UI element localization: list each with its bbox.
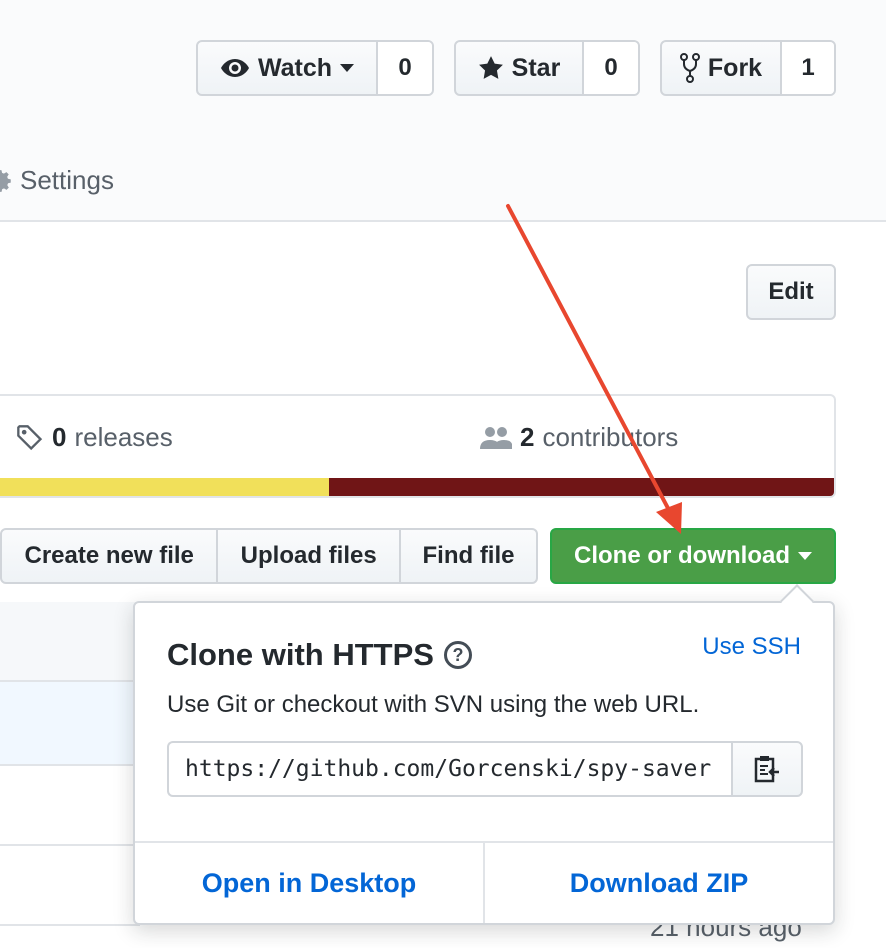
star-label: Star — [511, 53, 561, 82]
language-segment — [0, 478, 329, 496]
file-list — [0, 602, 140, 926]
copy-url-button[interactable] — [731, 741, 803, 797]
list-item — [0, 682, 140, 766]
download-zip-button[interactable]: Download ZIP — [485, 843, 833, 923]
language-segment — [328, 478, 834, 496]
list-item — [0, 846, 140, 926]
clone-url-input[interactable] — [167, 741, 731, 797]
watch-button-group: Watch 0 — [196, 40, 434, 96]
fork-button[interactable]: Fork — [662, 42, 780, 94]
language-bar[interactable] — [0, 478, 834, 496]
contributors-link[interactable]: 2 contributors — [480, 422, 678, 453]
chevron-down-icon — [798, 552, 812, 560]
contributors-label: contributors — [542, 422, 679, 452]
clone-button[interactable]: Clone or download — [550, 528, 836, 584]
clone-url-group — [167, 741, 803, 797]
upload-files-button[interactable]: Upload files — [218, 530, 402, 582]
releases-link[interactable]: 0 releases — [16, 422, 173, 453]
list-item — [0, 602, 140, 682]
fork-button-group: Fork 1 — [660, 40, 836, 96]
repo-summary: 0 releases 2 contributors — [0, 394, 836, 498]
watch-count[interactable]: 0 — [376, 42, 432, 94]
list-item — [0, 766, 140, 846]
releases-label: releases — [74, 422, 173, 452]
help-icon[interactable]: ? — [443, 641, 472, 669]
file-actions: Create new file Upload files Find file — [0, 528, 538, 584]
watch-label: Watch — [257, 53, 333, 82]
watch-button[interactable]: Watch — [198, 42, 376, 94]
find-file-button[interactable]: Find file — [401, 530, 536, 582]
star-button[interactable]: Star — [456, 42, 582, 94]
fork-count[interactable]: 1 — [780, 42, 834, 94]
people-icon — [480, 425, 512, 451]
eye-icon — [220, 57, 250, 79]
edit-button[interactable]: Edit — [746, 264, 836, 320]
create-file-button[interactable]: Create new file — [2, 530, 219, 582]
clipboard-icon — [753, 754, 781, 784]
star-icon — [478, 55, 504, 81]
open-in-desktop-button[interactable]: Open in Desktop — [135, 843, 485, 923]
dropdown-caret — [780, 584, 814, 618]
star-button-group: Star 0 — [454, 40, 640, 96]
use-ssh-link[interactable]: Use SSH — [702, 633, 801, 661]
tab-settings[interactable]: Settings — [0, 165, 114, 196]
tag-icon — [16, 424, 44, 452]
fork-label: Fork — [707, 53, 763, 82]
contributors-count: 2 — [520, 422, 535, 452]
repo-header — [0, 0, 886, 222]
fork-icon — [679, 53, 700, 83]
chevron-down-icon — [340, 64, 355, 72]
releases-count: 0 — [52, 422, 67, 452]
settings-label: Settings — [20, 165, 114, 195]
clone-title-text: Clone with HTTPS — [167, 637, 434, 672]
clone-button-label: Clone or download — [574, 542, 790, 569]
clone-dropdown: Clone with HTTPS ? Use SSH Use Git or ch… — [133, 584, 835, 925]
clone-description: Use Git or checkout with SVN using the w… — [167, 691, 700, 718]
dropdown-footer: Open in Desktop Download ZIP — [135, 841, 833, 923]
star-count[interactable]: 0 — [582, 42, 638, 94]
clone-title: Clone with HTTPS ? — [167, 637, 472, 673]
gear-icon — [0, 168, 14, 194]
